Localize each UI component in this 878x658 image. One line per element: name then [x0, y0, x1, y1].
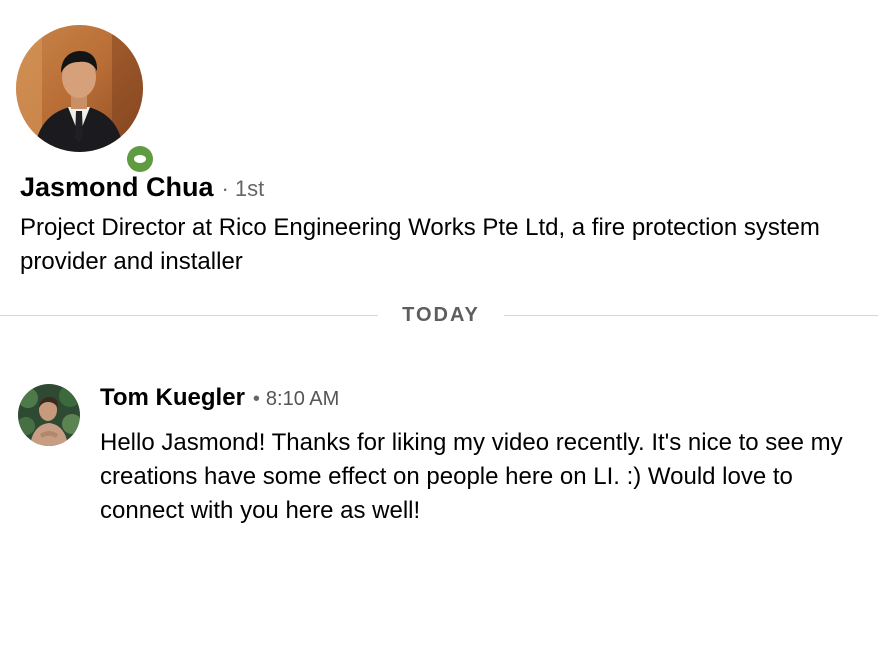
presence-indicator: [123, 142, 157, 176]
profile-name-link[interactable]: Jasmond Chua: [20, 172, 214, 203]
sender-avatar[interactable]: [18, 384, 80, 446]
divider-line-left: [0, 315, 378, 316]
message-body: Hello Jasmond! Thanks for liking my vide…: [100, 429, 843, 524]
messaging-thread: Jasmond Chua · 1st Project Director at R…: [0, 0, 878, 658]
profile-name-row: Jasmond Chua · 1st: [20, 172, 264, 208]
divider-line-right: [504, 315, 878, 316]
sender-name-link[interactable]: Tom Kuegler: [100, 384, 245, 412]
online-status-icon: [127, 146, 153, 172]
date-divider: TODAY: [0, 302, 878, 328]
message-separator: •: [252, 388, 260, 410]
profile-photo: [16, 25, 143, 152]
message-header: Tom Kuegler • 8:10 AM: [100, 384, 339, 420]
message-timestamp: 8:10 AM: [265, 388, 340, 410]
profile-headline: Project Director at Rico Engineering Wor…: [20, 214, 820, 275]
profile-avatar[interactable]: [16, 25, 157, 176]
degree-separator: ·: [221, 176, 229, 201]
connection-degree: 1st: [234, 176, 265, 201]
sender-photo: [18, 384, 80, 446]
date-divider-label: TODAY: [402, 304, 480, 326]
